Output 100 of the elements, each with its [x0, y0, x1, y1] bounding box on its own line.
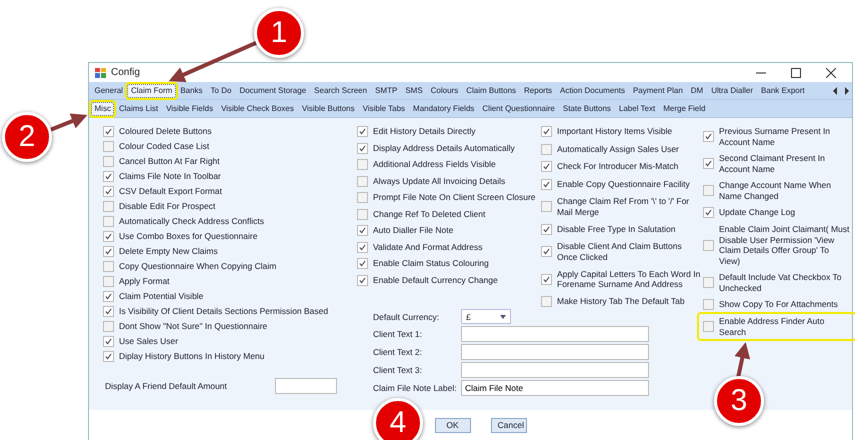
- sub-tab[interactable]: Client Questionnaire: [478, 102, 558, 116]
- checkbox-label: Apply Format: [119, 276, 170, 287]
- text-input[interactable]: Claim File Note: [461, 380, 649, 396]
- checkbox[interactable]: [357, 242, 368, 252]
- sub-tab[interactable]: Mandatory Fields: [410, 102, 478, 116]
- checkbox[interactable]: [103, 321, 114, 332]
- checkbox[interactable]: [103, 351, 114, 362]
- checkbox[interactable]: [103, 291, 114, 302]
- checkbox-label: Make History Tab The Default Tab: [557, 296, 685, 307]
- checkbox[interactable]: [703, 321, 714, 332]
- checkbox[interactable]: [541, 274, 552, 284]
- amount-input[interactable]: [274, 378, 337, 394]
- main-tab[interactable]: General: [91, 84, 126, 98]
- sub-tab[interactable]: Visible Fields: [162, 102, 217, 116]
- text-input[interactable]: [461, 344, 649, 360]
- checkmark-icon: [359, 276, 366, 284]
- main-tab[interactable]: DM: [687, 84, 707, 98]
- text-input[interactable]: [461, 326, 649, 342]
- text-input[interactable]: [461, 362, 649, 378]
- checkbox-label: Automatically Check Address Conflicts: [119, 216, 264, 227]
- checkbox[interactable]: [357, 192, 368, 203]
- checkbox[interactable]: [703, 131, 714, 142]
- checkbox[interactable]: [103, 336, 114, 347]
- ok-button[interactable]: OK: [434, 418, 470, 432]
- checkbox[interactable]: [703, 240, 714, 250]
- main-tab[interactable]: SMTP: [372, 84, 401, 98]
- checkbox[interactable]: [357, 225, 368, 236]
- checkbox[interactable]: [357, 126, 368, 137]
- sub-tab[interactable]: Misc: [91, 102, 114, 116]
- main-tab[interactable]: SMS: [402, 84, 426, 98]
- checkbox[interactable]: [541, 296, 552, 307]
- main-tab[interactable]: Bank Export: [758, 84, 808, 98]
- checkbox-label: Cancel Button At Far Right: [119, 156, 220, 167]
- sub-tab[interactable]: Label Text: [615, 102, 659, 116]
- checkbox-label: Validate And Format Address: [373, 242, 482, 252]
- currency-dropdown[interactable]: £: [461, 309, 511, 324]
- checkbox[interactable]: [541, 224, 552, 234]
- checkbox[interactable]: [541, 246, 552, 257]
- checkbox[interactable]: [103, 171, 114, 182]
- checkbox[interactable]: [103, 276, 114, 287]
- checkbox-label: Disable Edit For Prospect: [119, 201, 216, 212]
- checkbox[interactable]: [541, 201, 552, 212]
- checkbox[interactable]: [703, 158, 714, 169]
- checkbox[interactable]: [357, 258, 368, 269]
- checkbox[interactable]: [103, 141, 114, 152]
- checkbox-label: Prompt File Note On Client Screen Closure: [373, 192, 536, 203]
- checkbox[interactable]: [103, 186, 114, 197]
- checkbox-label: Apply Capital Letters To Each Word In Forename Surname And Address: [557, 268, 702, 290]
- main-tab[interactable]: Document Storage: [236, 84, 310, 98]
- checkmark-icon: [543, 226, 550, 232]
- checkbox-label: Is Visibility Of Client Details Sections Permission Based: [119, 306, 328, 317]
- checkbox[interactable]: [103, 261, 114, 272]
- field-label: Display A Friend Default Amount: [105, 381, 227, 391]
- checkbox-label: Copy Questionnaire When Copying Claim: [119, 261, 276, 272]
- checkbox[interactable]: [103, 156, 114, 167]
- main-tab[interactable]: Claim Form: [127, 84, 176, 98]
- checkbox[interactable]: [103, 216, 114, 227]
- main-tab[interactable]: Banks: [176, 84, 206, 98]
- checkbox[interactable]: [357, 142, 368, 154]
- checkbox-label: Always Update All Invoicing Details: [373, 176, 506, 186]
- main-tab[interactable]: Search Screen: [310, 84, 371, 98]
- checkbox[interactable]: [103, 126, 114, 137]
- checkbox[interactable]: [103, 231, 114, 242]
- sub-tab[interactable]: Claims List: [115, 102, 162, 116]
- main-tab[interactable]: Action Documents: [556, 84, 628, 98]
- checkbox[interactable]: [703, 207, 714, 218]
- checkbox[interactable]: [541, 178, 552, 190]
- field-label: Client Text 1:: [373, 329, 423, 339]
- sub-tab[interactable]: Merge Field: [660, 102, 709, 116]
- checkbox[interactable]: [103, 306, 114, 317]
- checkbox-label: Disable Client And Claim Buttons Once Clicked: [557, 241, 683, 262]
- checkbox[interactable]: [103, 201, 114, 212]
- checkbox[interactable]: [703, 299, 714, 310]
- checkmark-icon: [105, 293, 112, 300]
- main-tab[interactable]: To Do: [207, 84, 235, 98]
- checkbox[interactable]: [357, 176, 368, 186]
- checkbox[interactable]: [103, 246, 114, 257]
- checkmark-icon: [359, 128, 366, 135]
- checkbox[interactable]: [357, 274, 368, 286]
- checkbox[interactable]: [703, 185, 714, 196]
- checkbox[interactable]: [357, 208, 368, 220]
- tab-scroll-arrows-icon[interactable]: [832, 86, 850, 94]
- sub-tab[interactable]: Visible Tabs: [359, 102, 409, 116]
- checkmark-icon: [105, 233, 112, 240]
- checkbox[interactable]: [541, 161, 552, 172]
- checkbox[interactable]: [357, 159, 368, 170]
- main-tab[interactable]: Claim Buttons: [462, 84, 520, 98]
- sub-tab[interactable]: Visible Check Boxes: [218, 102, 298, 116]
- sub-tab[interactable]: State Buttons: [559, 102, 614, 116]
- main-tab[interactable]: Ultra Dialler: [708, 84, 757, 98]
- sub-tab[interactable]: Visible Buttons: [298, 102, 358, 116]
- checkbox-label: Claim Potential Visible: [119, 291, 204, 302]
- checkbox-label: Show Copy To For Attachments: [719, 299, 838, 310]
- main-tab[interactable]: Reports: [520, 84, 556, 98]
- checkbox[interactable]: [541, 144, 552, 154]
- cancel-button[interactable]: Cancel: [490, 418, 526, 432]
- checkbox[interactable]: [541, 126, 552, 137]
- main-tab[interactable]: Colours: [427, 84, 462, 98]
- main-tab[interactable]: Payment Plan: [629, 84, 686, 98]
- checkbox[interactable]: [703, 277, 714, 288]
